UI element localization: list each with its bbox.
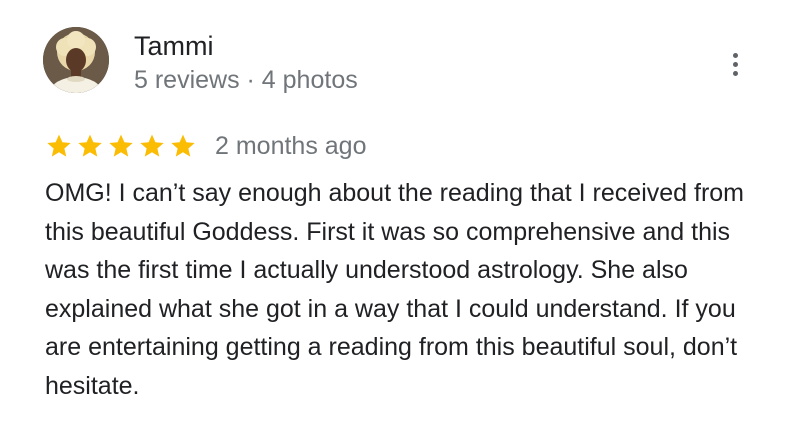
more-vert-icon-dot <box>732 70 738 76</box>
more-options-button[interactable] <box>720 46 750 82</box>
star-icon <box>78 134 102 157</box>
author-meta: 5 reviews · 4 photos <box>134 66 358 94</box>
star-rating <box>45 132 197 160</box>
star-icon <box>140 134 164 157</box>
rating-row: 2 months ago <box>45 128 367 164</box>
star-icon <box>171 134 195 157</box>
star-icon <box>47 134 71 157</box>
review-card: Tammi 5 reviews · 4 photos 2 months ago … <box>0 0 790 448</box>
more-vert-icon-dot <box>732 61 738 67</box>
avatar[interactable] <box>43 27 109 93</box>
star-icon <box>109 134 133 157</box>
review-date: 2 months ago <box>215 132 367 160</box>
review-text: OMG! I can’t say enough about the readin… <box>45 179 744 400</box>
author-name[interactable]: Tammi <box>134 30 214 62</box>
avatar-image <box>43 27 109 93</box>
more-vert-icon <box>732 52 738 58</box>
